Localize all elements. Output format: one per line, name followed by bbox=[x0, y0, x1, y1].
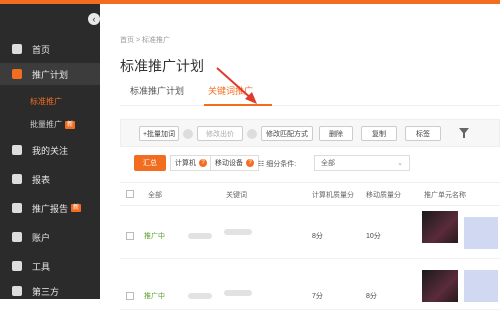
sidebar-item-reports[interactable]: 报表 bbox=[0, 168, 100, 190]
redacted-unit-name bbox=[464, 270, 498, 302]
column-header-unit-name[interactable]: 推广单元名称 bbox=[424, 190, 466, 200]
help-icon: ? bbox=[246, 159, 254, 167]
row-mobile-quality: 8分 bbox=[366, 293, 377, 300]
collapse-sidebar-icon[interactable]: ‹ bbox=[88, 13, 100, 25]
column-header-pc-quality[interactable]: 计算机质量分 bbox=[312, 190, 354, 200]
sidebar-item-account[interactable]: 账户 bbox=[0, 226, 100, 248]
computer-filter[interactable]: 计算机? bbox=[170, 155, 212, 171]
tab-standard-plan[interactable]: 标准推广计划 bbox=[130, 84, 184, 97]
tags-button[interactable]: 标签 bbox=[405, 126, 441, 141]
campaign-icon bbox=[12, 69, 22, 79]
home-icon bbox=[12, 44, 22, 54]
row-pc-quality: 8分 bbox=[312, 233, 323, 240]
segment-select[interactable]: 全部 ⌄ bbox=[314, 155, 410, 171]
new-badge: 新 bbox=[65, 120, 76, 129]
sidebar-item-label: 推广计划 bbox=[32, 69, 69, 80]
segment-select-value: 全部 bbox=[321, 160, 335, 167]
copy-button[interactable]: 复制 bbox=[361, 126, 397, 141]
toggle-icon[interactable] bbox=[247, 129, 257, 139]
segment-condition-text: 细分条件: bbox=[266, 161, 297, 168]
sidebar-item-promo-report[interactable]: 推广报告 新 bbox=[0, 197, 100, 219]
column-header-keyword[interactable]: 关键词 bbox=[226, 190, 247, 200]
summary-button[interactable]: 汇总 bbox=[134, 155, 166, 171]
redacted-keyword bbox=[224, 290, 252, 296]
sidebar-subitem-label: 批量推广 bbox=[30, 120, 62, 129]
sidebar-item-campaigns[interactable]: 推广计划 bbox=[0, 63, 100, 85]
delete-button[interactable]: 删除 bbox=[319, 126, 353, 141]
tab-bar: 标准推广计划 关键词推广 bbox=[120, 80, 500, 106]
table-row[interactable]: 推广中 7分 8分 bbox=[120, 260, 500, 310]
adjust-bid-select[interactable]: 修改出价 bbox=[197, 126, 243, 141]
computer-filter-label: 计算机 bbox=[175, 160, 196, 167]
chart-icon bbox=[12, 203, 22, 213]
sidebar-item-label: 首页 bbox=[32, 44, 51, 55]
breadcrumb-home[interactable]: 首页 bbox=[120, 37, 134, 44]
breadcrumb: 首页 > 标准推广 bbox=[120, 35, 170, 45]
help-icon: ? bbox=[199, 159, 207, 167]
redacted-unit-name bbox=[464, 217, 498, 249]
sidebar-item-home[interactable]: 首页 bbox=[0, 38, 100, 60]
sidebar-subitem-label: 标准推广 bbox=[30, 97, 62, 106]
sidebar-item-label: 我的关注 bbox=[32, 145, 69, 156]
breadcrumb-separator: > bbox=[135, 37, 141, 44]
new-badge: 新 bbox=[71, 204, 82, 212]
page-title: 标准推广计划 bbox=[120, 58, 204, 74]
table-header: 全部 关键词 计算机质量分 移动质量分 推广单元名称 bbox=[120, 182, 500, 206]
sidebar-subitem-standard[interactable]: 标准推广 bbox=[30, 96, 62, 107]
mobile-filter-label: 移动设备 bbox=[215, 160, 243, 167]
segment-condition-label: ☷ 细分条件: bbox=[258, 161, 297, 168]
filter-icon[interactable] bbox=[459, 128, 469, 138]
mobile-filter[interactable]: 移动设备? bbox=[210, 155, 259, 171]
row-mobile-quality: 10分 bbox=[366, 233, 381, 240]
row-status: 推广中 bbox=[144, 293, 165, 300]
sidebar-item-tools[interactable]: 工具 bbox=[0, 255, 100, 277]
batch-add-keywords-button[interactable]: +批量加词 bbox=[139, 126, 179, 141]
row-pc-quality: 7分 bbox=[312, 293, 323, 300]
column-header-all[interactable]: 全部 bbox=[148, 190, 162, 200]
column-header-mobile-quality[interactable]: 移动质量分 bbox=[366, 190, 401, 200]
sidebar-item-label: 第三方 bbox=[32, 286, 60, 297]
sidebar-item-label: 工具 bbox=[32, 261, 51, 272]
filter-bar: 汇总 计算机? 移动设备? ☷ 细分条件: 全部 ⌄ bbox=[120, 154, 500, 174]
row-checkbox[interactable] bbox=[126, 232, 134, 240]
redacted-text bbox=[188, 293, 212, 299]
sidebar-item-label: 账户 bbox=[32, 232, 51, 243]
modify-match-button[interactable]: 修改匹配方式 bbox=[261, 126, 313, 141]
toggle-icon[interactable] bbox=[183, 129, 193, 139]
main-content: 首页 > 标准推广 标准推广计划 标准推广计划 关键词推广 +批量加词 修改出价… bbox=[100, 4, 500, 310]
select-all-checkbox[interactable] bbox=[126, 190, 134, 198]
breadcrumb-current: 标准推广 bbox=[142, 37, 170, 44]
star-icon bbox=[12, 145, 22, 155]
sidebar-item-watchlist[interactable]: 我的关注 bbox=[0, 139, 100, 161]
unit-thumbnail bbox=[422, 270, 458, 302]
redacted-keyword bbox=[224, 229, 252, 235]
sidebar-item-label: 报表 bbox=[32, 174, 51, 185]
account-icon bbox=[12, 232, 22, 242]
tools-icon bbox=[12, 261, 22, 271]
action-toolbar: +批量加词 修改出价 修改匹配方式 删除 复制 标签 bbox=[120, 119, 500, 147]
table-row[interactable]: 推广中 8分 10分 bbox=[120, 209, 500, 259]
report-icon bbox=[12, 174, 22, 184]
unit-thumbnail bbox=[422, 211, 458, 243]
sidebar-item-label: 推广报告 bbox=[32, 203, 69, 214]
sidebar: ‹ 首页 推广计划 标准推广 批量推广 新 我的关注 报表 推广报告 新 账户 … bbox=[0, 4, 100, 299]
row-status: 推广中 bbox=[144, 233, 165, 240]
redacted-text bbox=[188, 233, 212, 239]
sidebar-subitem-batch[interactable]: 批量推广 新 bbox=[30, 119, 76, 130]
plugin-icon bbox=[12, 286, 22, 296]
annotation-arrow-icon bbox=[216, 67, 257, 104]
chevron-down-icon: ⌄ bbox=[397, 160, 403, 167]
